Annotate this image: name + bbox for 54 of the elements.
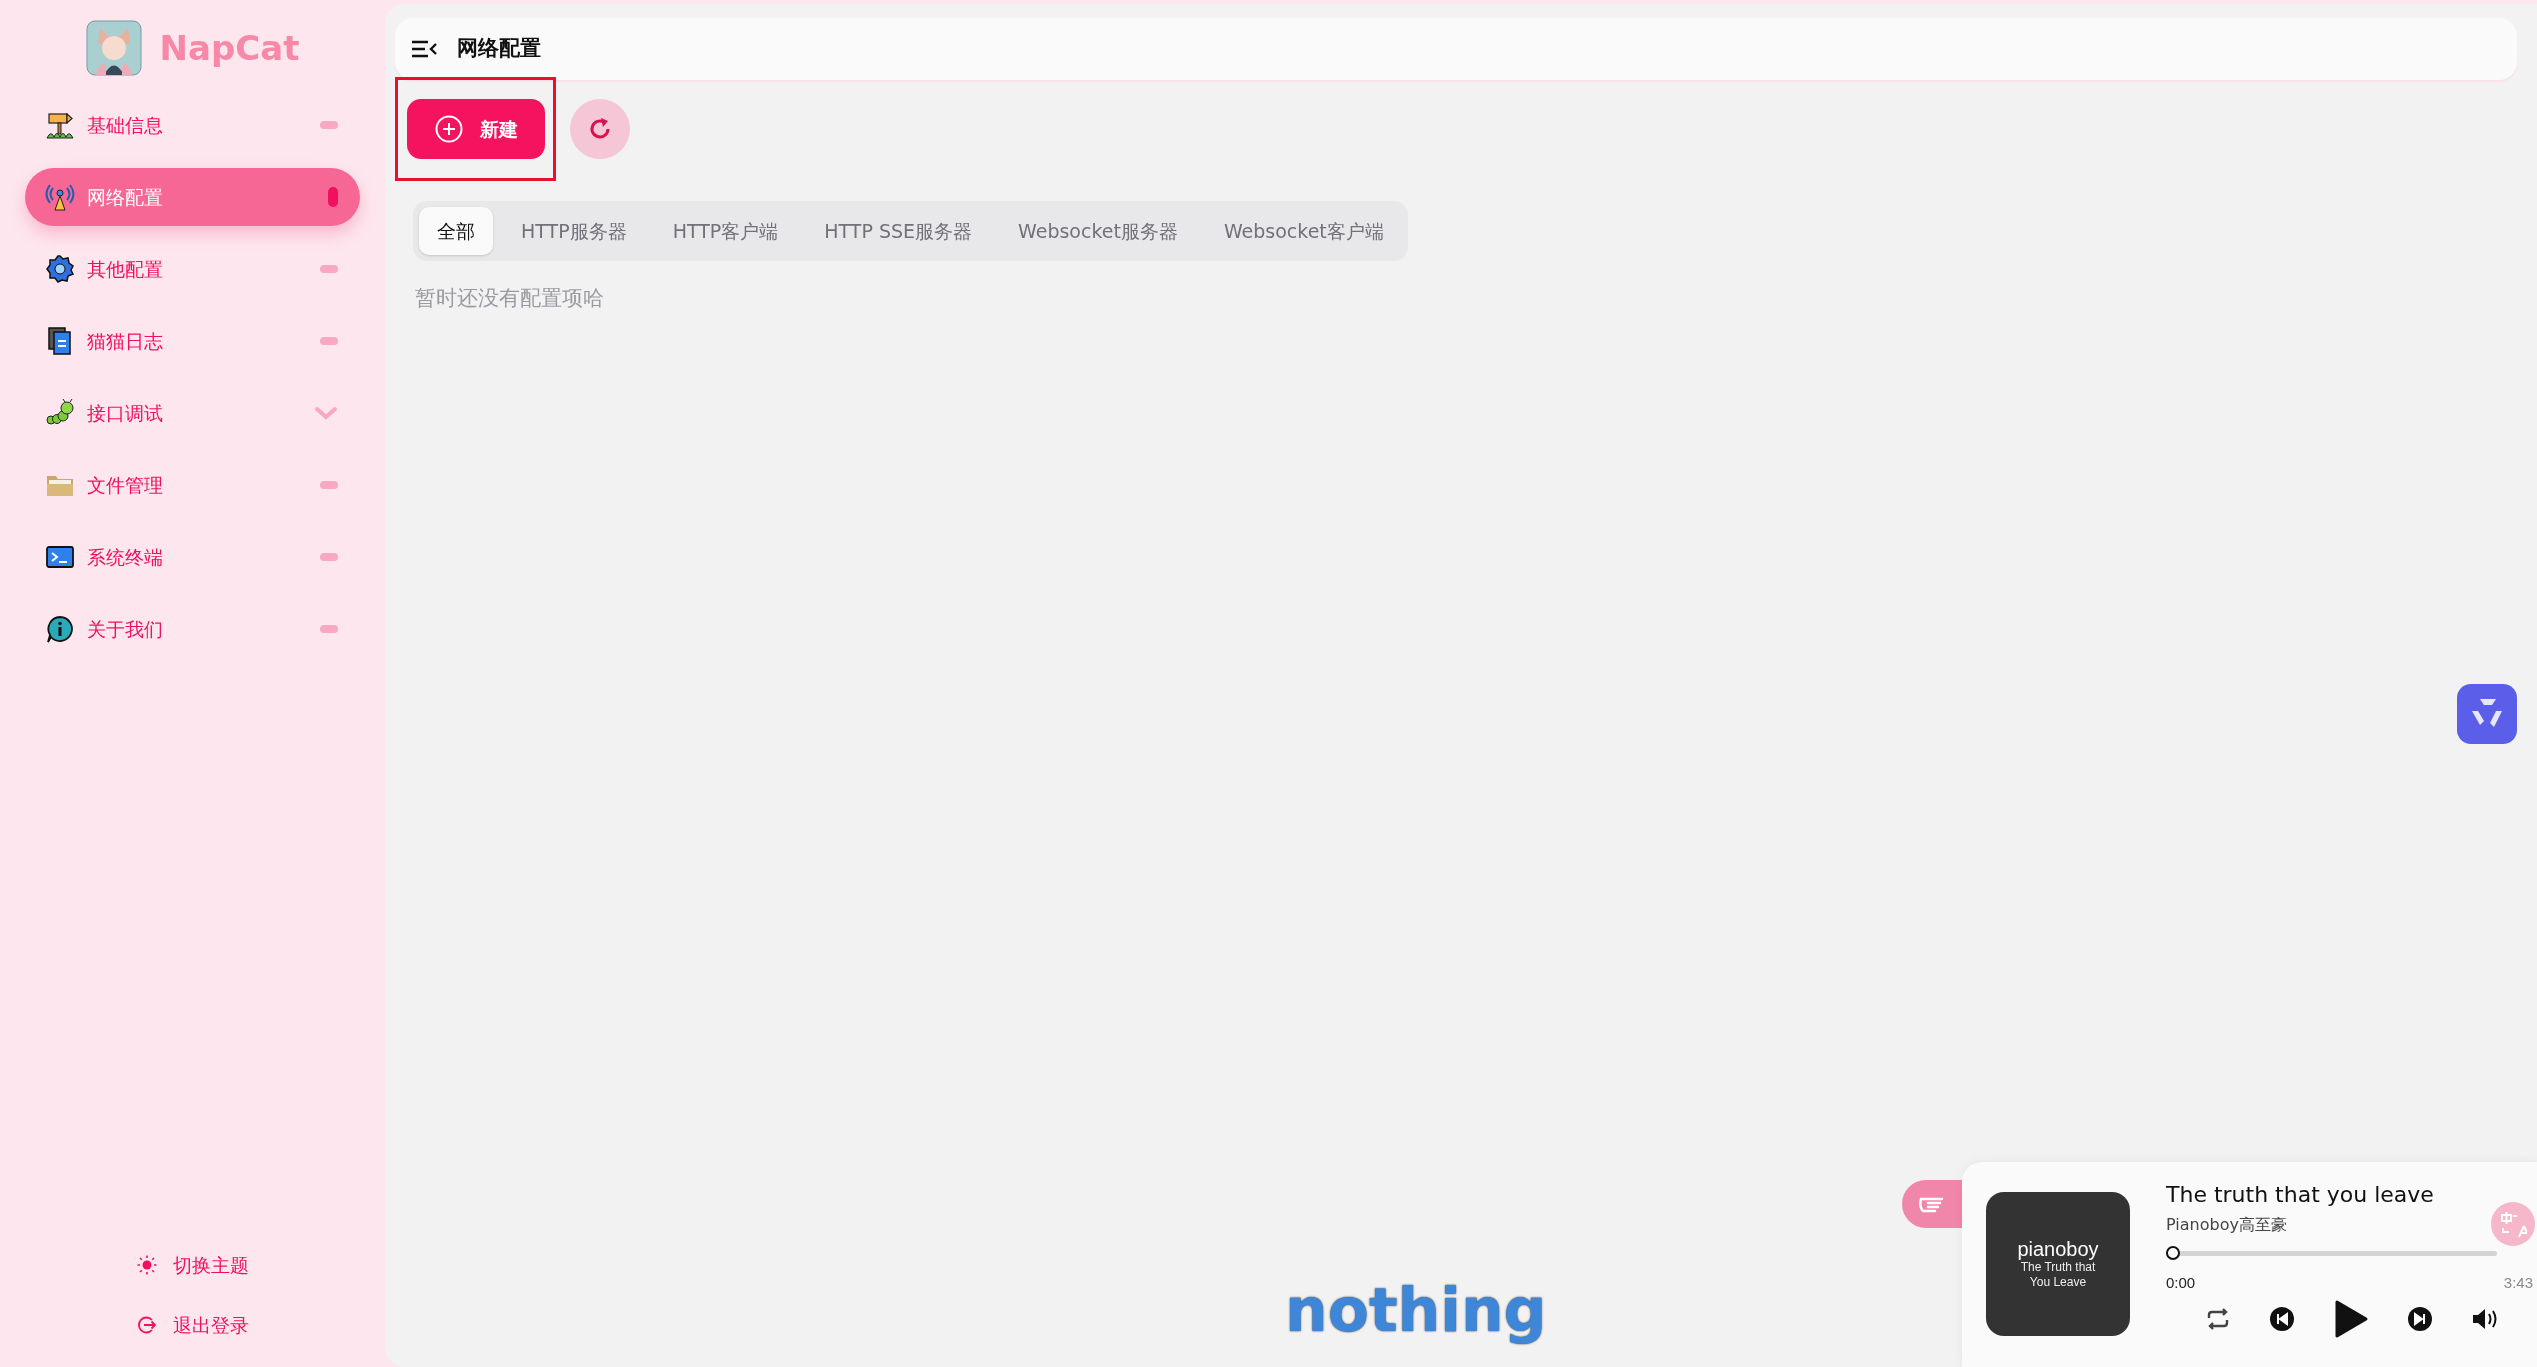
- previous-track-icon[interactable]: [2268, 1305, 2295, 1332]
- sun-icon: [136, 1255, 157, 1275]
- filter-tab[interactable]: HTTP服务器: [503, 207, 645, 255]
- album-cover-text: You Leave: [2029, 1275, 2087, 1290]
- nav-item[interactable]: 接口调试: [25, 384, 360, 442]
- caterpillar-icon: [45, 398, 75, 428]
- assistant-button[interactable]: [2457, 684, 2517, 744]
- dash-indicator: [320, 265, 338, 273]
- dash-indicator: [320, 121, 338, 129]
- dash-indicator: [320, 553, 338, 561]
- filter-tab[interactable]: Websocket服务器: [1000, 207, 1196, 255]
- overlay-text: nothing: [1285, 1274, 1547, 1347]
- app-logo: [85, 20, 142, 76]
- translate-icon: [2499, 1210, 2527, 1238]
- nav-item[interactable]: 基础信息: [25, 96, 360, 154]
- album-cover-text: pianoboy: [2017, 1238, 2099, 1260]
- volume-icon[interactable]: [2470, 1306, 2499, 1331]
- progress-slider[interactable]: [2166, 1246, 2497, 1260]
- page-title: 网络配置: [457, 35, 541, 63]
- refresh-button[interactable]: [570, 99, 630, 159]
- antenna-icon: [45, 182, 75, 212]
- chevron-down-icon: [314, 406, 338, 420]
- nav-item[interactable]: 其他配置: [25, 240, 360, 298]
- pointing-hand-button[interactable]: [1902, 1180, 1962, 1228]
- nav-item[interactable]: 猫猫日志: [25, 312, 360, 370]
- empty-message: 暂时还没有配置项哈: [415, 285, 604, 312]
- filter-tab[interactable]: HTTP SSE服务器: [806, 207, 991, 255]
- artist-name: Pianoboy高至豪: [2166, 1214, 2287, 1236]
- filter-tab[interactable]: 全部: [419, 207, 493, 255]
- song-title: The truth that you leave: [2166, 1181, 2434, 1209]
- album-cover-text: The Truth that: [2020, 1260, 2096, 1275]
- plus-circle-icon: [433, 114, 464, 144]
- nav-item[interactable]: 网络配置: [25, 168, 360, 226]
- progress-thumb[interactable]: [2166, 1246, 2180, 1260]
- elapsed-time: 0:00: [2166, 1273, 2196, 1293]
- app-name: NapCat: [159, 26, 300, 70]
- dash-indicator: [320, 481, 338, 489]
- logout-button[interactable]: 退出登录: [136, 1307, 249, 1343]
- next-track-icon[interactable]: [2406, 1305, 2433, 1332]
- nav-item[interactable]: 系统终端: [25, 528, 360, 586]
- gear-icon: [45, 254, 75, 284]
- duration-time: 3:43: [2503, 1273, 2533, 1293]
- logout-icon: [136, 1315, 157, 1335]
- info-icon: [45, 614, 75, 644]
- menu-collapse-icon[interactable]: [411, 39, 437, 59]
- filter-tab[interactable]: Websocket客户端: [1205, 207, 1402, 255]
- new-button[interactable]: 新建: [406, 99, 545, 159]
- filter-tab[interactable]: HTTP客户端: [654, 207, 797, 255]
- theme-toggle-button[interactable]: 切换主题: [136, 1247, 249, 1283]
- dash-indicator: [320, 337, 338, 345]
- nav-item[interactable]: 关于我们: [25, 600, 360, 658]
- signpost-icon: [45, 110, 75, 140]
- dash-indicator: [320, 625, 338, 633]
- nav-item[interactable]: 文件管理: [25, 456, 360, 514]
